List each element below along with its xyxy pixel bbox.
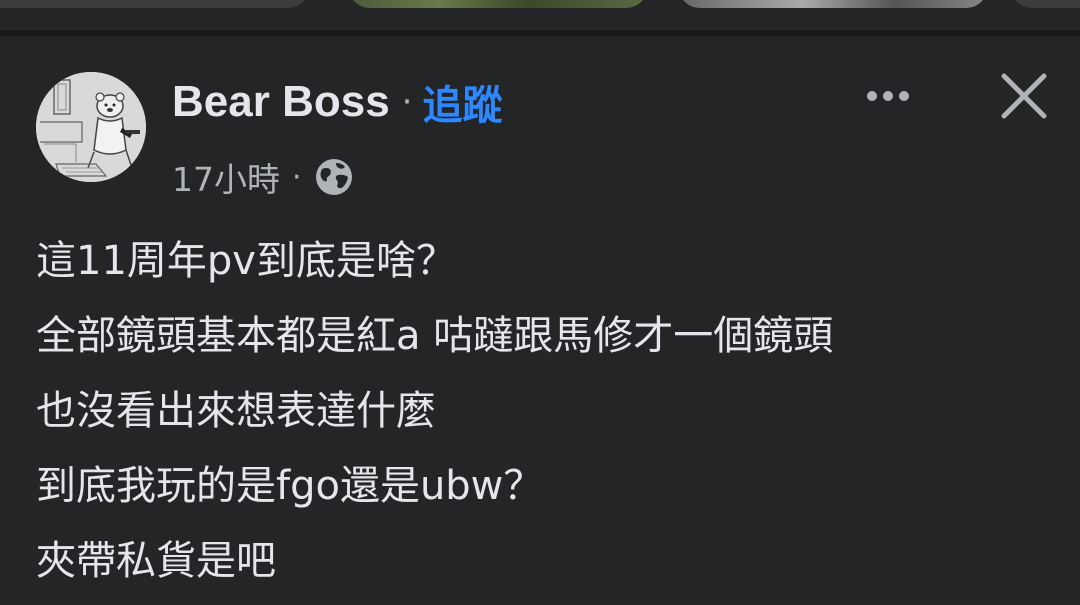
feed-post: Bear Boss · 追蹤 17小時 · 這11周年pv到底是啥？ 全部鏡頭基: [0, 36, 1080, 605]
post-header: Bear Boss · 追蹤: [172, 74, 502, 130]
story-card[interactable]: [0, 0, 310, 8]
close-icon[interactable]: [998, 70, 1050, 122]
post-timestamp[interactable]: 17小時: [172, 153, 280, 201]
previous-content-strip: [0, 0, 1080, 34]
post-text-line: 到底我玩的是fgo還是ubw？: [36, 463, 544, 509]
avatar[interactable]: [36, 72, 146, 182]
follow-button[interactable]: 追蹤: [422, 73, 502, 131]
post-text-line: 也沒看出來想表達什麼: [36, 388, 436, 434]
post-text-line: 這11周年pv到底是啥？: [36, 238, 456, 284]
separator-dot: ·: [292, 159, 302, 195]
globe-icon: [312, 155, 356, 199]
post-text-line: 全部鏡頭基本都是紅a 咕躂跟馬修才一個鏡頭: [36, 313, 834, 359]
more-horizontal-icon[interactable]: [862, 78, 922, 114]
story-card[interactable]: [678, 0, 988, 8]
post-text-line: 夾帶私貨是吧: [36, 538, 276, 584]
post-body: 這11周年pv到底是啥？ 全部鏡頭基本都是紅a 咕躂跟馬修才一個鏡頭 也沒看出來…: [36, 224, 1056, 599]
author-name[interactable]: Bear Boss: [172, 77, 390, 127]
separator-dot: ·: [401, 82, 413, 122]
story-card[interactable]: [1010, 0, 1080, 8]
post-meta: 17小時 ·: [172, 154, 356, 200]
story-card[interactable]: [348, 0, 648, 8]
